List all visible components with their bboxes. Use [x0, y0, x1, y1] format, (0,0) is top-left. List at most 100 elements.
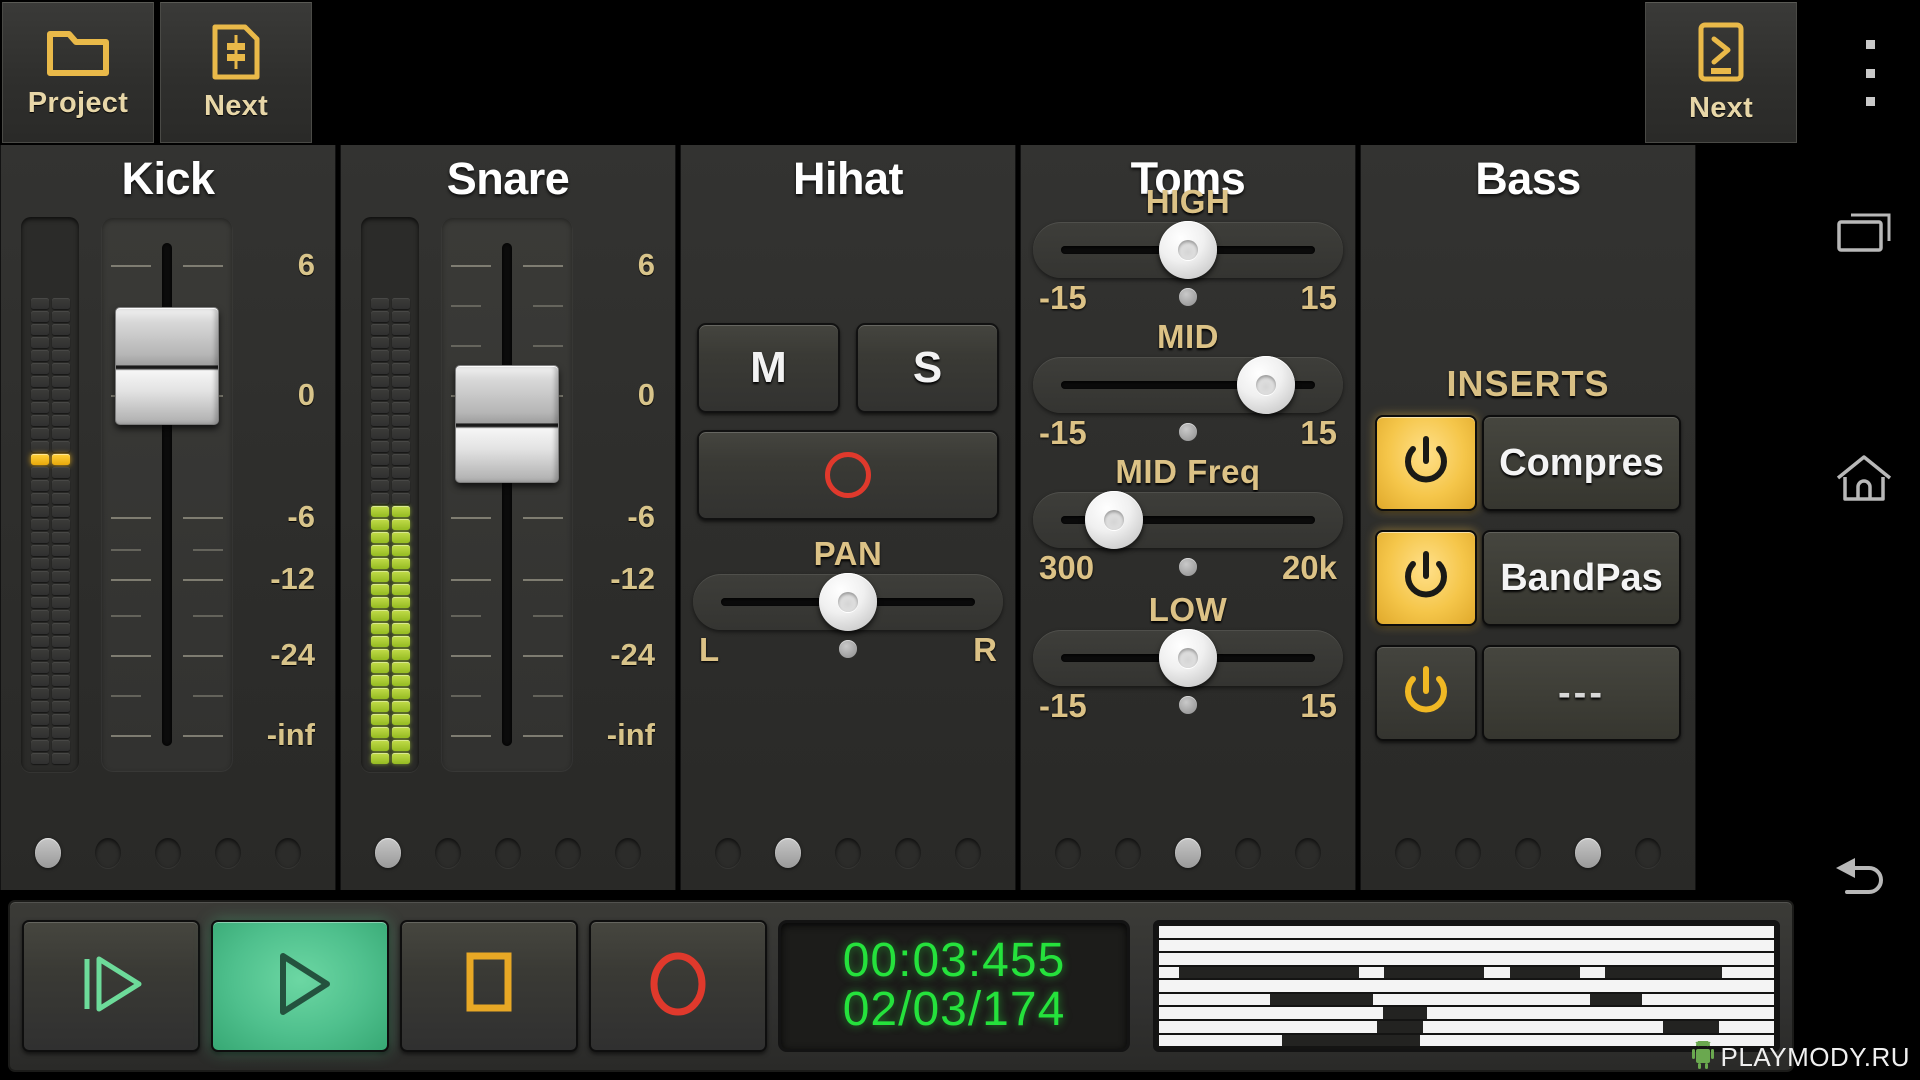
next-channel-button-left[interactable]: Next: [160, 2, 312, 143]
timeline-overview[interactable]: [1153, 920, 1780, 1052]
record-arm-button[interactable]: [697, 430, 999, 520]
fader-well-kick[interactable]: [101, 217, 233, 772]
eq-slider-track-well[interactable]: [1033, 492, 1343, 548]
pan-slider-knob[interactable]: [819, 573, 877, 631]
channel-strip-kick[interactable]: Kick 60-6-12-24-inf: [0, 145, 336, 890]
page-dot[interactable]: [215, 838, 241, 868]
pan-slider-track-well[interactable]: [693, 574, 1003, 630]
meter-segment-row: [367, 493, 413, 504]
page-dot[interactable]: [95, 838, 121, 868]
page-dot[interactable]: [155, 838, 181, 868]
page-dot[interactable]: [955, 838, 981, 868]
next-label-right: Next: [1689, 92, 1753, 125]
solo-button[interactable]: S: [856, 323, 999, 413]
record-arm-row: [697, 430, 999, 520]
channel-strip-snare[interactable]: Snare 60-6-12-24-inf: [340, 145, 676, 890]
record-button[interactable]: [589, 920, 767, 1052]
eq-slider-track-well[interactable]: [1033, 222, 1343, 278]
page-dot[interactable]: [495, 838, 521, 868]
eq-slider-track-well[interactable]: [1033, 630, 1343, 686]
page-dot[interactable]: [1235, 838, 1261, 868]
back-arrow-icon: [1833, 854, 1895, 907]
page-dot[interactable]: [275, 838, 301, 868]
meter-segment: [31, 350, 49, 361]
android-robot-icon: [1692, 1041, 1714, 1074]
recent-apps-button[interactable]: [1808, 190, 1920, 280]
mute-button[interactable]: M: [697, 323, 840, 413]
eq-slider-knob[interactable]: [1159, 629, 1217, 687]
kebab-menu-icon[interactable]: [1855, 40, 1885, 106]
meter-segment: [31, 636, 49, 647]
page-dot[interactable]: [435, 838, 461, 868]
insert-power-button[interactable]: [1375, 645, 1477, 741]
meter-segment-row: [367, 532, 413, 543]
meter-segment: [371, 649, 389, 660]
eq-slider-track-well[interactable]: [1033, 357, 1343, 413]
eq-slider-knob[interactable]: [1085, 491, 1143, 549]
meter-segment-row: [367, 363, 413, 374]
insert-power-button[interactable]: [1375, 415, 1477, 511]
page-dot[interactable]: [1455, 838, 1481, 868]
page-dot[interactable]: [775, 838, 801, 868]
insert-name[interactable]: BandPas: [1482, 530, 1681, 626]
timeline-block: [1383, 1007, 1427, 1019]
page-dot[interactable]: [835, 838, 861, 868]
play-from-start-button[interactable]: [22, 920, 200, 1052]
page-dot[interactable]: [555, 838, 581, 868]
meter-segment: [31, 571, 49, 582]
next-channel-button-right[interactable]: Next: [1645, 2, 1797, 143]
channel-strip-hihat[interactable]: Hihat M S PAN L R: [680, 145, 1016, 890]
page-dots-hihat[interactable]: [681, 838, 1015, 868]
meter-segment-row: [27, 428, 73, 439]
page-dot[interactable]: [615, 838, 641, 868]
back-button[interactable]: [1808, 835, 1920, 925]
insert-name[interactable]: ---: [1482, 645, 1681, 741]
page-dot[interactable]: [1515, 838, 1541, 868]
page-dot[interactable]: [1635, 838, 1661, 868]
eq-range-max: 15: [1300, 414, 1337, 452]
fader-well-snare[interactable]: [441, 217, 573, 772]
page-dot[interactable]: [35, 838, 61, 868]
meter-segment-row: [367, 662, 413, 673]
page-dot[interactable]: [375, 838, 401, 868]
watermark-text: PLAYMODY.RU: [1721, 1042, 1910, 1073]
project-button[interactable]: Project: [2, 2, 154, 143]
insert-power-button[interactable]: [1375, 530, 1477, 626]
play-button[interactable]: [211, 920, 389, 1052]
meter-segment-row: [27, 610, 73, 621]
fader-handle-snare[interactable]: [455, 365, 559, 483]
meter-segment-row: [367, 454, 413, 465]
meter-segment-row: [367, 688, 413, 699]
page-dot[interactable]: [1175, 838, 1201, 868]
meter-segment: [392, 480, 410, 491]
stop-button[interactable]: [400, 920, 578, 1052]
page-dot[interactable]: [1575, 838, 1601, 868]
channel-strip-toms[interactable]: Toms HIGH-1515MID-1515MID Freq30020kLOW-…: [1020, 145, 1356, 890]
page-dot[interactable]: [1115, 838, 1141, 868]
fader-handle-kick[interactable]: [115, 307, 219, 425]
meter-segment-row: [27, 415, 73, 426]
channel-strip-bass[interactable]: Bass INSERTS CompresBandPas---: [1360, 145, 1696, 890]
meter-segment: [392, 337, 410, 348]
time-display[interactable]: 00:03:455 02/03/174: [778, 920, 1130, 1052]
timeline-row: [1159, 994, 1774, 1006]
page-dot[interactable]: [1055, 838, 1081, 868]
meter-segment-row: [367, 714, 413, 725]
page-dots-snare[interactable]: [341, 838, 675, 868]
eq-slider-knob[interactable]: [1237, 356, 1295, 414]
insert-name[interactable]: Compres: [1482, 415, 1681, 511]
page-dot[interactable]: [895, 838, 921, 868]
eq-slider-knob[interactable]: [1159, 221, 1217, 279]
page-dots-toms[interactable]: [1021, 838, 1355, 868]
level-meter-snare: [361, 217, 419, 772]
page-dot[interactable]: [715, 838, 741, 868]
next-label-left: Next: [204, 90, 268, 123]
meter-segment: [371, 363, 389, 374]
kebab-dot: [1866, 97, 1875, 106]
meter-segment-row: [367, 740, 413, 751]
page-dot[interactable]: [1295, 838, 1321, 868]
page-dots-bass[interactable]: [1361, 838, 1695, 868]
home-button[interactable]: [1808, 435, 1920, 525]
page-dots-kick[interactable]: [1, 838, 335, 868]
page-dot[interactable]: [1395, 838, 1421, 868]
